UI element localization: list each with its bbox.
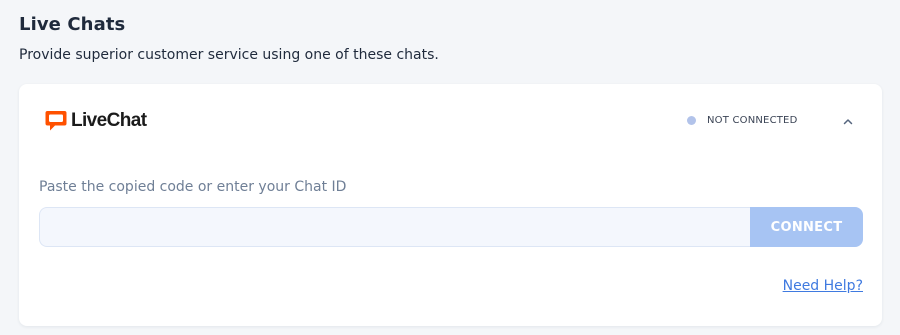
livechat-logo-text: LiveChat [71,110,147,131]
status-dot [687,116,696,125]
collapse-toggle-button[interactable] [839,112,857,130]
connect-button[interactable]: CONNECT [750,207,863,247]
livechat-speech-bubble-icon [45,111,67,131]
need-help-link[interactable]: Need Help? [783,278,863,294]
connection-status: NOT CONNECTED [687,115,797,126]
page-subtitle: Provide superior customer service using … [19,47,439,63]
chat-id-field-label: Paste the copied code or enter your Chat… [39,179,347,195]
page-title: Live Chats [19,14,126,35]
chevron-up-icon [843,118,853,124]
livechat-integration-card: LiveChat NOT CONNECTED Paste the copied … [19,84,882,326]
status-text: NOT CONNECTED [707,115,798,126]
livechat-logo: LiveChat [44,109,147,133]
chat-id-input[interactable] [39,207,751,247]
